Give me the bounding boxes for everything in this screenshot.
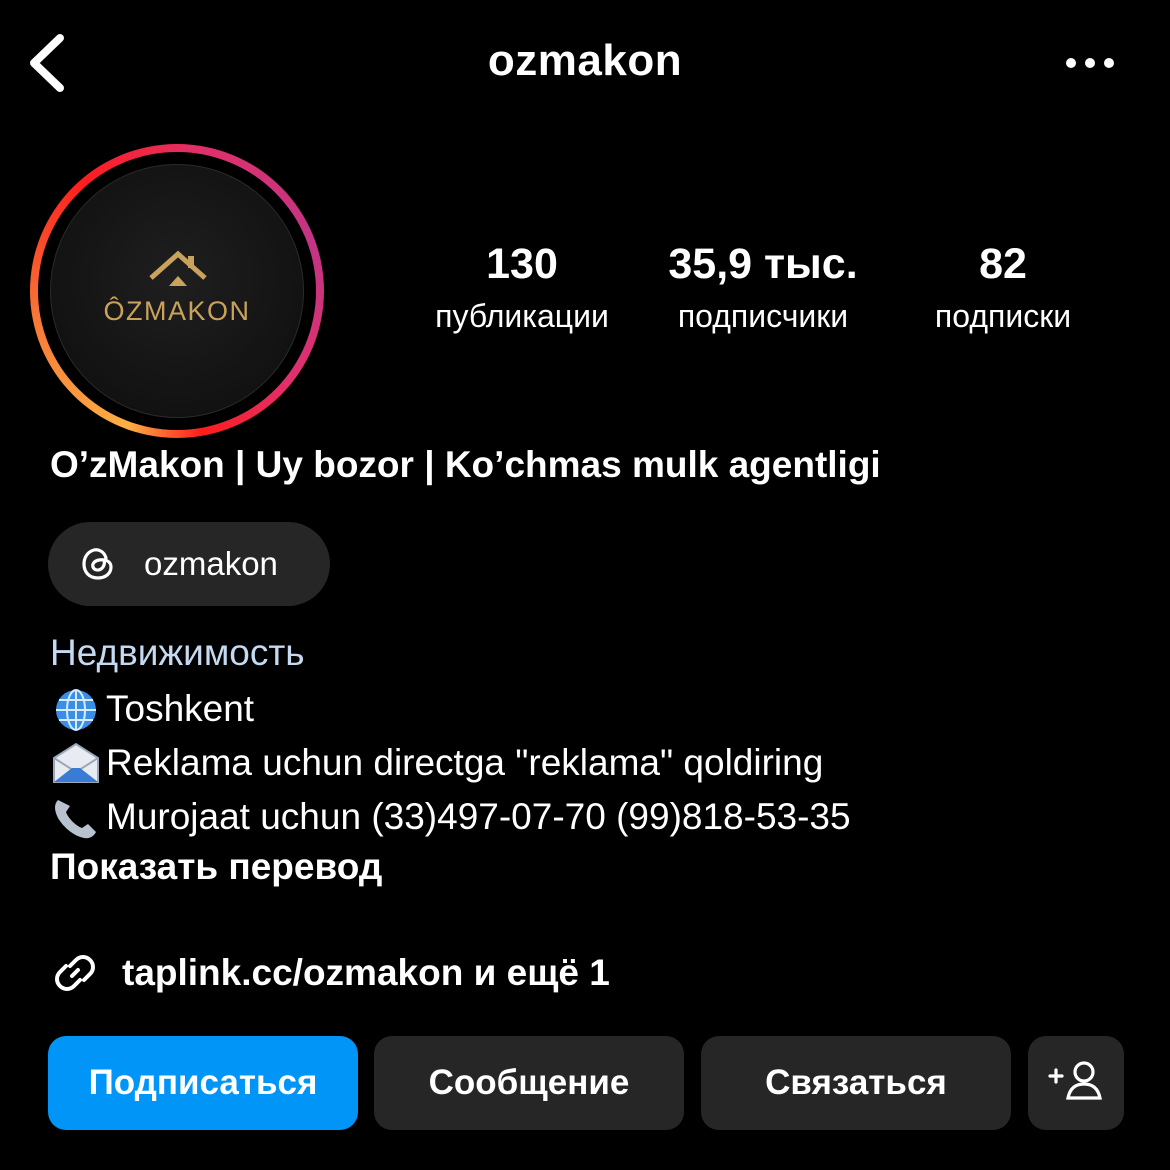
more-horizontal-icon — [1066, 58, 1114, 68]
avatar-logo-text: ÔZMAKON — [103, 296, 251, 326]
posts-stat[interactable]: 130 публикации — [410, 238, 634, 336]
threads-handle: ozmakon — [144, 545, 278, 582]
following-count: 82 — [979, 240, 1027, 288]
posts-label: публикации — [435, 298, 609, 334]
followers-stat[interactable]: 35,9 тыс. подписчики — [650, 238, 876, 336]
followers-label: подписчики — [677, 298, 849, 334]
contact-button[interactable]: Связаться — [701, 1036, 1011, 1130]
more-options-button[interactable] — [1050, 48, 1130, 78]
envelope-icon — [50, 740, 106, 786]
bio-ads-text: Reklama uchun directga "reklama" qoldiri… — [106, 742, 824, 783]
link-icon — [55, 955, 95, 991]
page-title: ozmakon — [487, 36, 683, 85]
followers-count: 35,9 тыс. — [668, 240, 858, 288]
house-roof-icon — [149, 250, 207, 286]
follow-button[interactable]: Подписаться — [48, 1036, 358, 1130]
profile-category: Недвижимость — [50, 632, 305, 673]
avatar-image — [50, 164, 304, 418]
following-label: подписки — [934, 298, 1072, 334]
telephone-icon — [50, 794, 106, 840]
following-stat[interactable]: 82 подписки — [892, 238, 1114, 336]
profile-full-name: O’zMakon | Uy bozor | Ko’chmas mulk agen… — [50, 444, 881, 485]
message-button[interactable]: Сообщение — [374, 1036, 684, 1130]
posts-count: 130 — [486, 240, 558, 288]
suggested-accounts-button[interactable] — [1028, 1036, 1124, 1130]
bio-location-text: Toshkent — [106, 688, 255, 729]
bio-line-contact: Murojaat uchun (33)497-07-70 (99)818-53-… — [50, 794, 851, 840]
external-link-text: taplink.cc/ozmakon и ещё 1 — [122, 952, 610, 993]
show-translation-link[interactable]: Показать перевод — [50, 846, 382, 888]
bio-line-location: Toshkent — [50, 686, 254, 732]
bio-line-ads: Reklama uchun directga "reklama" qoldiri… — [50, 740, 823, 786]
bio-contact-text: Murojaat uchun (33)497-07-70 (99)818-53-… — [106, 796, 851, 837]
profile-avatar[interactable]: ÔZMAKON — [30, 144, 324, 438]
top-bar: ozmakon — [0, 0, 1170, 130]
globe-icon — [50, 686, 106, 732]
add-person-icon — [1048, 1061, 1102, 1100]
threads-icon — [82, 548, 113, 580]
threads-badge[interactable]: ozmakon — [48, 522, 330, 606]
